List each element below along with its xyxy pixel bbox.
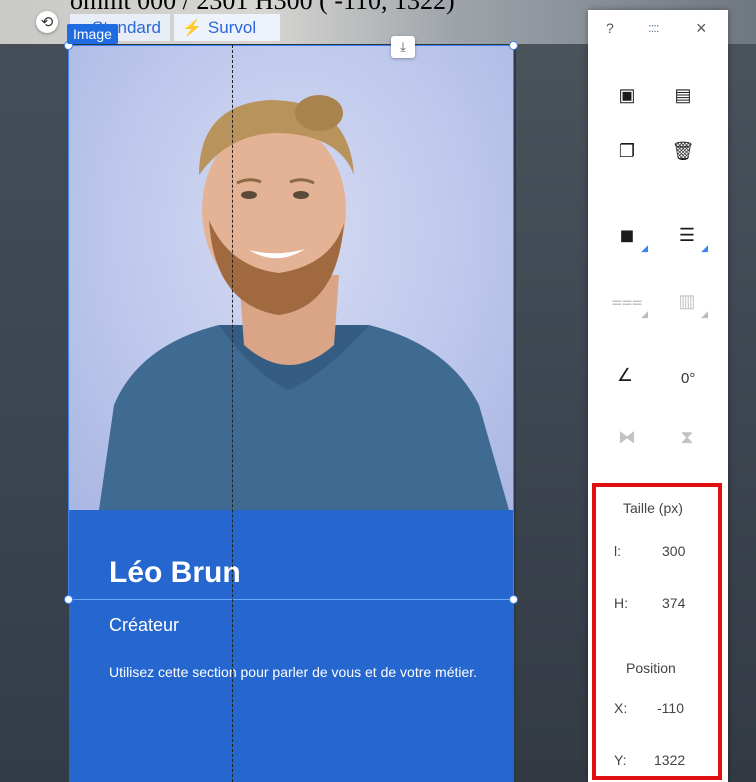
- canvas-background-left: [0, 44, 70, 782]
- resize-handle-top-right[interactable]: [509, 41, 518, 50]
- flip-vertical-icon: ⧗: [680, 426, 694, 447]
- size-position-highlight: [592, 483, 722, 780]
- paste-icon[interactable]: ▤: [668, 80, 698, 110]
- align-icon[interactable]: ☰ ◢: [672, 220, 708, 254]
- trash-icon[interactable]: 🗑: [668, 136, 698, 166]
- drag-handle-icon[interactable]: ::::: [648, 20, 659, 35]
- angle-icon[interactable]: ∠: [610, 360, 640, 390]
- tab-hover-label: Survol: [207, 17, 257, 37]
- match-size-icon: ▥ ◢: [678, 290, 708, 320]
- profile-description[interactable]: Utilisez cette section pour parler de vo…: [109, 662, 499, 683]
- help-icon[interactable]: ?: [606, 20, 614, 36]
- flip-horizontal-icon: ⧓: [618, 426, 636, 447]
- lightning-icon: ⚡: [182, 19, 202, 37]
- arrange-icon[interactable]: ◼ ◢: [612, 220, 648, 254]
- download-icon[interactable]: ⤓: [391, 36, 415, 58]
- close-icon[interactable]: ×: [696, 18, 707, 39]
- duplicate-icon[interactable]: ❐: [612, 136, 642, 166]
- copy-icon[interactable]: ▣: [612, 80, 642, 110]
- rotate-icon[interactable]: ⟲: [36, 11, 58, 33]
- selection-bottom-edge: [68, 599, 514, 600]
- resize-handle-bottom-left[interactable]: [64, 595, 73, 604]
- profile-role[interactable]: Créateur: [109, 615, 179, 636]
- rotation-value[interactable]: 0°: [681, 370, 695, 387]
- distribute-icon: ⩶ ◢: [611, 290, 648, 320]
- resize-handle-bottom-right[interactable]: [509, 595, 518, 604]
- tab-hover[interactable]: ⚡ Survol: [174, 14, 280, 41]
- element-type-tag: Image: [67, 24, 118, 44]
- alignment-guide: [232, 45, 233, 782]
- selection-frame[interactable]: [68, 45, 514, 600]
